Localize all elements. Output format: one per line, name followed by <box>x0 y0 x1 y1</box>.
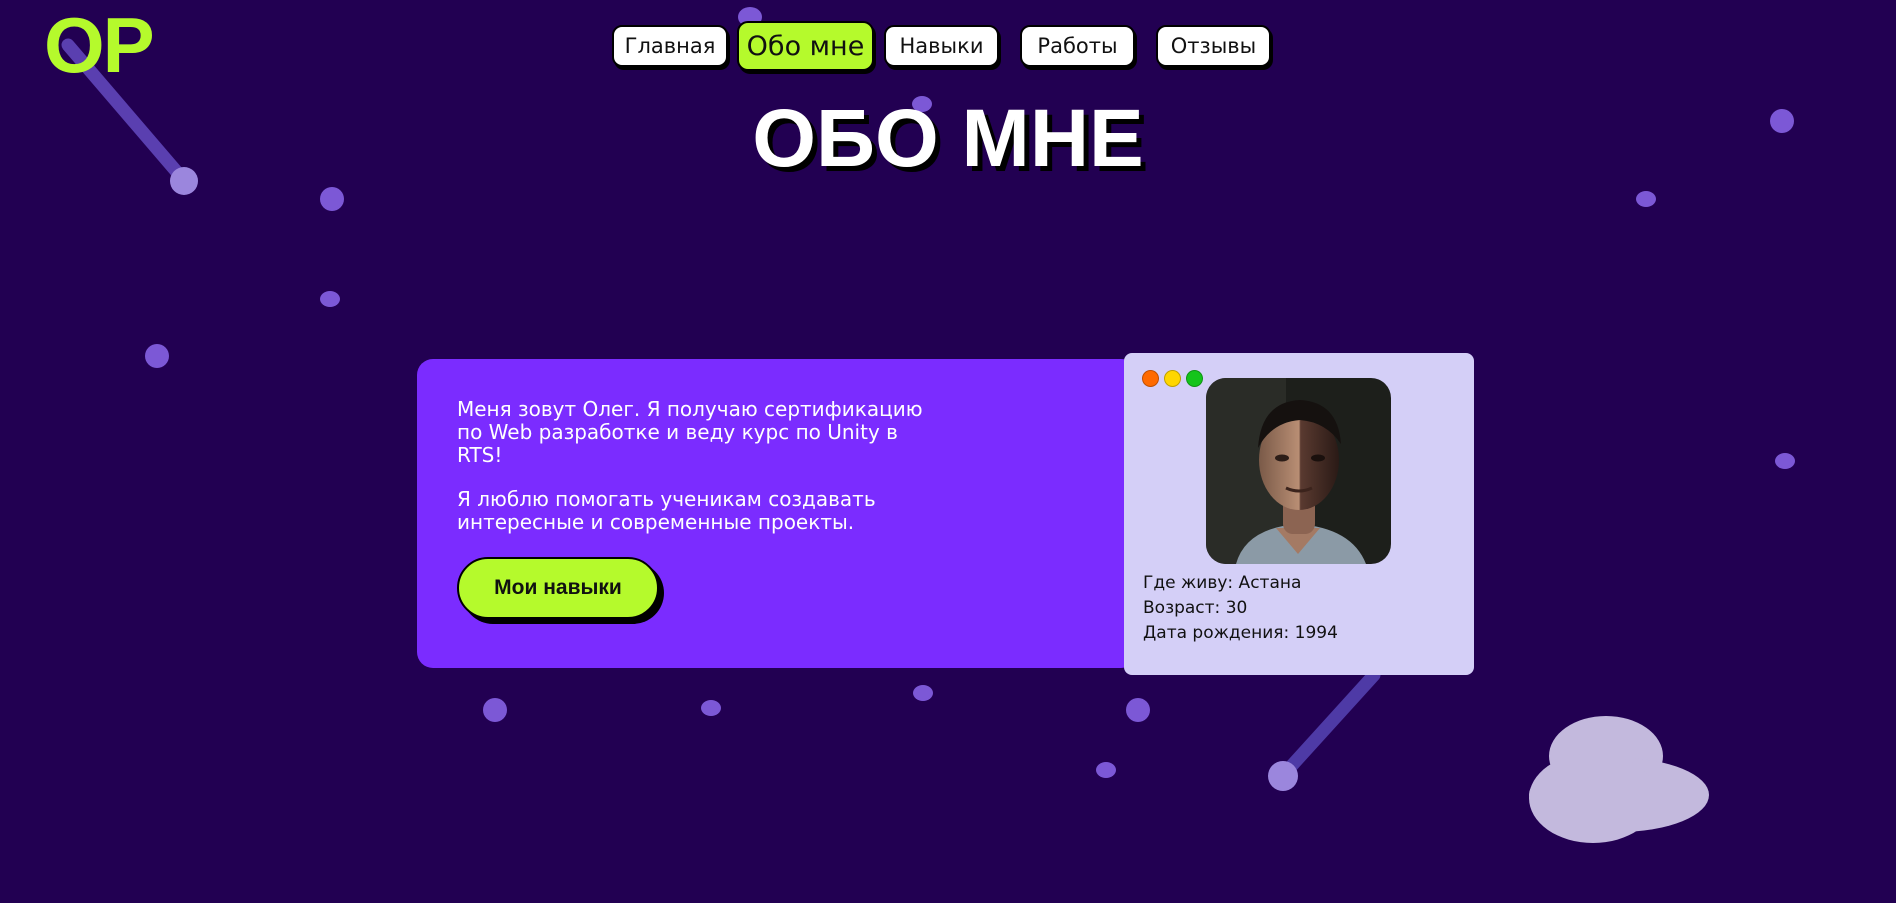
my-skills-button[interactable]: Мои навыки <box>457 557 659 619</box>
nav-item-home[interactable]: Главная <box>612 25 728 67</box>
nav-item-skills[interactable]: Навыки <box>884 25 999 67</box>
comet-trail-right <box>1279 668 1381 779</box>
nav-item-works[interactable]: Работы <box>1020 25 1135 67</box>
profile-card: Где живу: Астана Возраст: 30 Дата рожден… <box>1124 353 1474 675</box>
info-birth-date: Дата рождения: 1994 <box>1143 623 1338 643</box>
info-city: Где живу: Астана <box>1143 573 1302 593</box>
profile-photo <box>1206 378 1391 564</box>
page: OP Главная Обо мне Навыки Работы Отзывы … <box>0 0 1896 903</box>
comet-head-right <box>1268 761 1298 791</box>
nav-item-about[interactable]: Обо мне <box>737 21 874 71</box>
nav-item-reviews[interactable]: Отзывы <box>1156 25 1271 67</box>
window-dot-green-icon <box>1186 370 1203 387</box>
window-dot-orange-icon <box>1142 370 1159 387</box>
about-card: Меня зовут Олег. Я получаю сертификацию … <box>417 359 1137 668</box>
page-title: ОБО МНЕ <box>752 93 1144 184</box>
window-dot-yellow-icon <box>1164 370 1181 387</box>
info-age: Возраст: 30 <box>1143 598 1248 618</box>
about-paragraph-intro: Меня зовут Олег. Я получаю сертификацию … <box>457 397 923 467</box>
main-nav: Главная Обо мне Навыки Работы Отзывы <box>0 0 1896 100</box>
cloud-decor <box>1529 716 1709 843</box>
about-paragraph-teaching: Я люблю помогать ученикам создавать инте… <box>457 487 876 534</box>
